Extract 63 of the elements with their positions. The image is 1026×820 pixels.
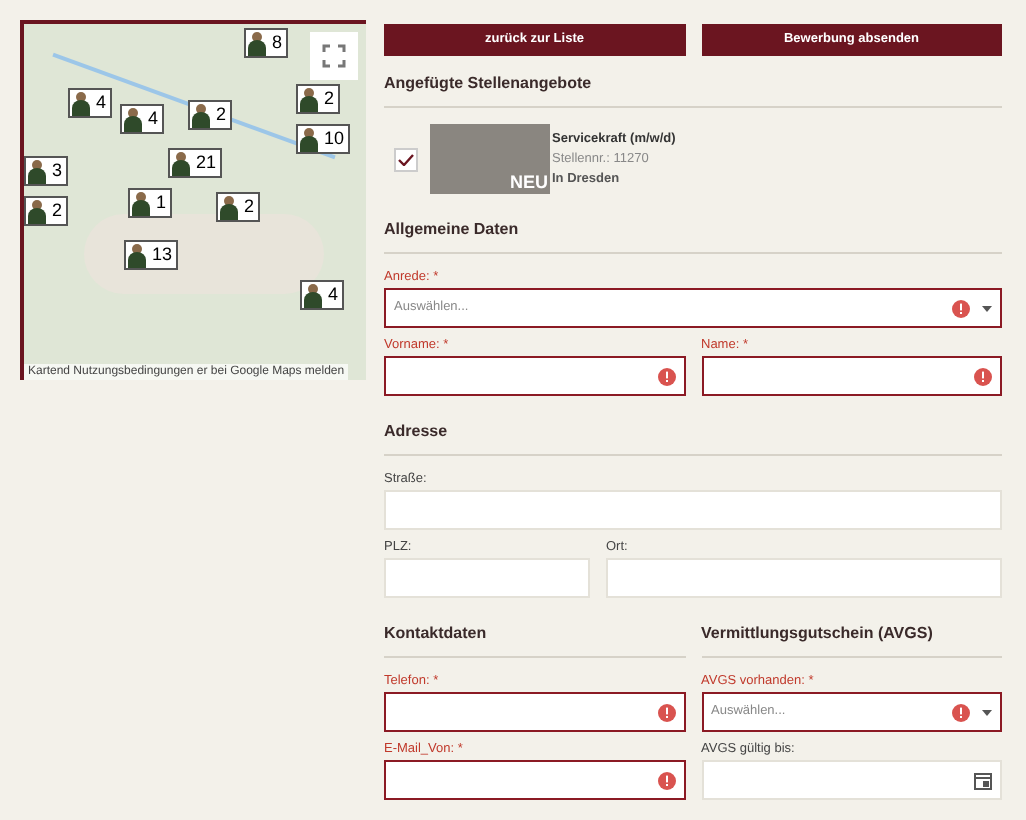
person-icon — [70, 90, 92, 116]
marker-count: 13 — [150, 242, 175, 268]
person-icon — [126, 242, 148, 268]
caret-icon — [982, 305, 992, 311]
person-icon — [302, 282, 324, 308]
marker-count: 4 — [326, 282, 341, 308]
map-marker[interactable]: 2 — [216, 192, 261, 222]
error-icon — [974, 367, 992, 385]
fullscreen-icon — [322, 44, 346, 68]
person-icon — [298, 126, 320, 152]
section-heading: Kontaktdaten — [384, 622, 685, 658]
marker-count: 2 — [50, 198, 65, 224]
map-marker[interactable]: 3 — [24, 156, 69, 186]
error-icon — [952, 299, 970, 317]
map-marker[interactable]: 1 — [128, 188, 173, 218]
map-marker[interactable]: 2 — [188, 100, 233, 130]
map-marker[interactable]: 2 — [24, 196, 69, 226]
map-marker[interactable]: 13 — [124, 240, 179, 270]
person-icon — [298, 86, 320, 112]
input-field[interactable] — [384, 692, 685, 732]
map-marker[interactable]: 10 — [296, 124, 351, 154]
marker-count: 10 — [322, 126, 347, 152]
map-marker[interactable]: 8 — [244, 28, 289, 58]
input-field[interactable] — [384, 356, 685, 396]
check-icon — [398, 153, 414, 165]
map-marker[interactable]: 4 — [300, 280, 345, 310]
person-icon — [26, 158, 48, 184]
new-label: NEU — [509, 172, 548, 192]
error-icon — [657, 771, 675, 789]
section-heading: Vermittlungsgutschein (AVGS) — [701, 622, 1002, 658]
marker-count: 3 — [50, 158, 65, 184]
section-heading: Angefügte Stellenangebote — [384, 72, 1002, 108]
calendar-icon[interactable] — [974, 771, 992, 789]
fullscreen-button[interactable] — [310, 32, 358, 80]
person-icon — [246, 30, 268, 56]
error-icon — [952, 703, 970, 721]
person-icon — [122, 106, 144, 132]
section-heading: Adresse — [384, 420, 1002, 456]
map-marker[interactable]: 21 — [168, 148, 223, 178]
section-heading: Allgemeine Daten — [384, 218, 1002, 254]
input-field[interactable] — [384, 760, 685, 800]
marker-count: 2 — [214, 102, 229, 128]
input-field[interactable] — [701, 356, 1002, 396]
marker-count: 21 — [194, 150, 219, 176]
person-icon — [170, 150, 192, 176]
marker-count: 4 — [94, 90, 109, 116]
map-marker[interactable]: 4 — [68, 88, 113, 118]
person-icon — [190, 102, 212, 128]
marker-count: 2 — [242, 194, 257, 220]
marker-count: 2 — [322, 86, 337, 112]
marker-count: 1 — [154, 190, 169, 216]
error-icon — [657, 367, 675, 385]
date-field[interactable] — [701, 760, 1002, 800]
checkbox[interactable] — [394, 147, 418, 171]
marker-count: 4 — [146, 106, 161, 132]
person-icon — [218, 194, 240, 220]
caret-icon — [982, 709, 992, 715]
error-icon — [657, 703, 675, 721]
person-icon — [130, 190, 152, 216]
marker-count: 8 — [270, 30, 285, 56]
map-marker[interactable]: 4 — [120, 104, 165, 134]
person-icon — [26, 198, 48, 224]
map-marker[interactable]: 2 — [296, 84, 341, 114]
